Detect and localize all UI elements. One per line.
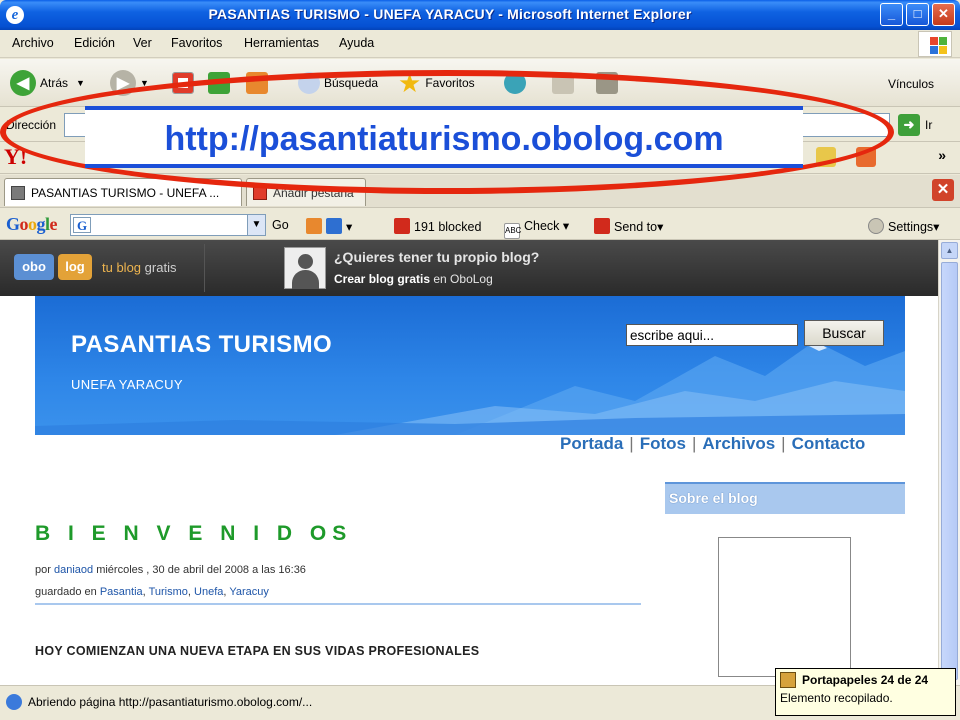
obolog-logo-part[interactable]: log — [58, 254, 92, 280]
nav-fotos[interactable]: Fotos — [640, 434, 686, 453]
blog-header: PASANTIAS TURISMO UNEFA YARACUY Buscar — [35, 296, 905, 435]
bookmarks-icon — [306, 218, 322, 234]
settings-icon — [868, 218, 884, 234]
google-toolbar: Google G ▼ Go ▾ 191 blocked ABC Check ▾ S… — [0, 209, 960, 240]
nav-contacto[interactable]: Contacto — [792, 434, 866, 453]
send-to-button[interactable]: Send to▾ — [594, 218, 663, 234]
status-text: Abriendo página http://pasantiaturismo.o… — [28, 695, 313, 709]
close-tab-icon[interactable]: ✕ — [932, 179, 954, 201]
blog-subtitle: UNEFA YARACUY — [71, 377, 183, 392]
google-extras[interactable]: ▾ — [306, 218, 352, 234]
page-content: obo log tu blog gratis ¿Quieres tener tu… — [0, 240, 938, 685]
google-g-icon: G — [73, 217, 91, 233]
author-link[interactable]: daniaod — [54, 564, 93, 576]
blog-title[interactable]: PASANTIAS TURISMO — [71, 331, 332, 359]
maximize-button[interactable]: □ — [906, 3, 929, 26]
post-tags: guardado en Pasantia, Turismo, Unefa, Ya… — [35, 586, 269, 598]
window-title: PASANTIAS TURISMO - UNEFA YARACUY - Micr… — [208, 6, 692, 22]
blocked-icon — [394, 218, 410, 234]
obolog-logo[interactable]: obo — [14, 254, 54, 280]
clipboard-icon — [780, 672, 796, 688]
close-button[interactable]: ✕ — [932, 3, 955, 26]
chevron-down-icon[interactable]: ▼ — [247, 215, 265, 235]
sidebar-image — [718, 537, 851, 677]
post-divider — [35, 603, 641, 605]
blog-search-input[interactable] — [626, 324, 798, 346]
vertical-scrollbar[interactable]: ▲ — [938, 240, 960, 685]
sidebar-title: Sobre el blog — [665, 482, 905, 514]
abc-check-icon: ABC — [504, 223, 521, 239]
obolog-banner: obo log tu blog gratis ¿Quieres tener tu… — [0, 240, 938, 296]
clipboard-notification[interactable]: Portapapeles 24 de 24 Elemento recopilad… — [775, 668, 956, 716]
post-body: HOY COMIENZAN UNA NUEVA ETAPA EN SUS VID… — [35, 644, 480, 658]
google-go-button[interactable]: Go — [272, 218, 289, 232]
nav-portada[interactable]: Portada — [560, 434, 623, 453]
google-search-input[interactable]: G ▼ — [70, 214, 266, 236]
menu-herramientas[interactable]: Herramientas — [244, 36, 319, 50]
links-label[interactable]: Vínculos — [888, 77, 934, 91]
title-bar: e PASANTIAS TURISMO - UNEFA YARACUY - Mi… — [0, 0, 960, 30]
back-dropdown-icon: ▼ — [76, 78, 85, 88]
windows-logo-icon — [918, 31, 952, 57]
more-chevron-icon[interactable]: » — [938, 147, 946, 163]
nav-archivos[interactable]: Archivos — [702, 434, 775, 453]
banner-divider — [204, 244, 205, 292]
obolog-tagline: tu blog gratis — [102, 260, 177, 275]
menu-archivo[interactable]: Archivo — [12, 36, 54, 50]
go-label[interactable]: Ir — [925, 118, 932, 132]
minimize-button[interactable]: _ — [880, 3, 903, 26]
tag-turismo[interactable]: Turismo — [149, 586, 188, 598]
tag-yaracuy[interactable]: Yaracuy — [229, 586, 269, 598]
back-button[interactable]: ◀ Atrás ▼ — [10, 69, 85, 97]
tab-favicon-icon — [11, 185, 25, 200]
scroll-thumb[interactable] — [941, 262, 958, 680]
menu-bar: Archivo Edición Ver Favoritos Herramient… — [0, 30, 960, 58]
browser-window: e PASANTIAS TURISMO - UNEFA YARACUY - Mi… — [0, 0, 960, 720]
post-title[interactable]: B I E N V E N I D OS — [35, 522, 352, 546]
url-banner-bottom-border — [85, 164, 803, 168]
create-blog-link[interactable]: Crear blog gratis en OboLog — [334, 272, 493, 286]
send-icon — [594, 218, 610, 234]
blog-nav: Portada | Fotos | Archivos | Contacto — [560, 434, 866, 453]
banner-question: ¿Quieres tener tu propio blog? — [334, 249, 540, 265]
popup-blocker[interactable]: 191 blocked — [394, 218, 481, 234]
post-meta: por daniaod miércoles , 30 de abril del … — [35, 564, 306, 576]
menu-favoritos[interactable]: Favoritos — [171, 36, 222, 50]
menu-ayuda[interactable]: Ayuda — [339, 36, 374, 50]
puzzle-icon — [326, 218, 342, 234]
mountains-decoration — [35, 341, 905, 435]
tag-pasantia[interactable]: Pasantia — [100, 586, 143, 598]
spell-check-button[interactable]: ABC Check ▾ — [504, 218, 569, 239]
google-logo[interactable]: Google — [6, 214, 58, 235]
menu-ver[interactable]: Ver — [133, 36, 152, 50]
settings-button[interactable]: Settings▾ — [868, 218, 939, 234]
search-button[interactable]: Buscar — [804, 320, 884, 346]
loading-icon — [6, 694, 22, 710]
back-arrow-icon: ◀ — [10, 70, 36, 96]
url-banner: http://pasantiaturismo.obolog.com — [85, 110, 803, 166]
user-silhouette-icon — [284, 247, 326, 289]
scroll-up-icon[interactable]: ▲ — [941, 242, 958, 259]
menu-edicion[interactable]: Edición — [74, 36, 115, 50]
clipboard-detail: Elemento recopilado. — [780, 691, 893, 705]
tag-unefa[interactable]: Unefa — [194, 586, 223, 598]
go-arrow-icon[interactable]: ➜ — [898, 114, 920, 136]
